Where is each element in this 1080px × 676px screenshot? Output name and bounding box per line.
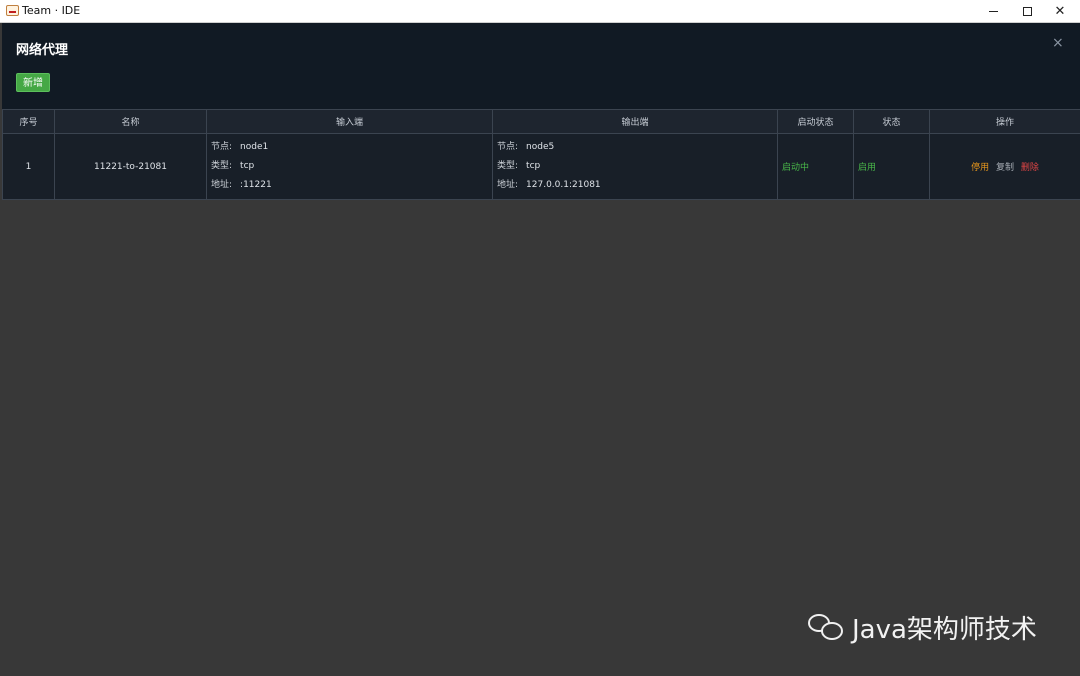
delete-button[interactable]: 删除 [1021, 163, 1039, 173]
column-header-index: 序号 [2, 109, 55, 134]
column-header-input: 输入端 [206, 109, 493, 134]
proxy-panel-header: 网络代理 × 新增 [2, 23, 1080, 109]
input-address-label: 地址: [211, 180, 233, 190]
output-node-value: node5 [526, 142, 555, 152]
stop-button[interactable]: 停用 [971, 163, 989, 173]
input-node-label: 节点: [211, 142, 233, 152]
status-badge: 启用 [858, 163, 877, 173]
maximize-button[interactable] [1011, 0, 1043, 23]
column-header-output: 输出端 [492, 109, 778, 134]
row-name: 11221-to-21081 [54, 133, 207, 200]
input-type: 类型: tcp [207, 157, 492, 176]
output-type-label: 类型: [497, 161, 519, 171]
page-title: 网络代理 [16, 43, 69, 58]
output-node: 节点: node5 [493, 138, 777, 157]
output-address: 地址: 127.0.0.1:21081 [493, 176, 777, 195]
output-type-value: tcp [526, 161, 541, 171]
run-status-badge: 启动中 [782, 163, 810, 173]
watermark-text: Java架构师技术 [852, 614, 1037, 645]
input-node-value: node1 [240, 142, 269, 152]
output-endpoint-cell: 节点: node5 类型: tcp 地址: 127.0.0.1:21081 [492, 133, 778, 200]
input-type-value: tcp [240, 161, 255, 171]
column-header-status: 状态 [853, 109, 930, 134]
window-close-button[interactable]: ✕ [1044, 0, 1076, 23]
status-cell: 启用 [853, 133, 930, 200]
table-header-row: 序号 名称 输入端 输出端 启动状态 状态 操作 [2, 109, 1080, 134]
panel-close-icon[interactable]: × [1052, 35, 1064, 51]
proxy-table: 序号 名称 输入端 输出端 启动状态 状态 操作 1 11221-to-2108… [2, 109, 1080, 200]
input-endpoint-cell: 节点: node1 类型: tcp 地址: :11221 [206, 133, 493, 200]
actions-cell: 停用 复制 删除 [929, 133, 1080, 200]
input-node: 节点: node1 [207, 138, 492, 157]
column-header-run-status: 启动状态 [777, 109, 854, 134]
app-icon [6, 5, 19, 16]
add-button[interactable]: 新增 [16, 73, 50, 92]
table-row: 1 11221-to-21081 节点: node1 类型: tcp 地址: :112… [2, 133, 1080, 200]
column-header-name: 名称 [54, 109, 207, 134]
wechat-icon [806, 611, 846, 643]
watermark: Java架构师技术 [806, 611, 1037, 645]
output-address-label: 地址: [497, 180, 519, 190]
output-type: 类型: tcp [493, 157, 777, 176]
column-header-actions: 操作 [929, 109, 1080, 134]
run-status-cell: 启动中 [777, 133, 854, 200]
input-type-label: 类型: [211, 161, 233, 171]
minimize-button[interactable] [977, 0, 1009, 23]
window-title: Team · IDE [22, 4, 81, 17]
input-address: 地址: :11221 [207, 176, 492, 195]
output-address-value: 127.0.0.1:21081 [526, 180, 601, 190]
row-index: 1 [2, 133, 55, 200]
copy-button[interactable]: 复制 [996, 163, 1014, 173]
output-node-label: 节点: [497, 142, 519, 152]
input-address-value: :11221 [240, 180, 272, 190]
window-titlebar: Team · IDE ✕ [0, 0, 1080, 23]
